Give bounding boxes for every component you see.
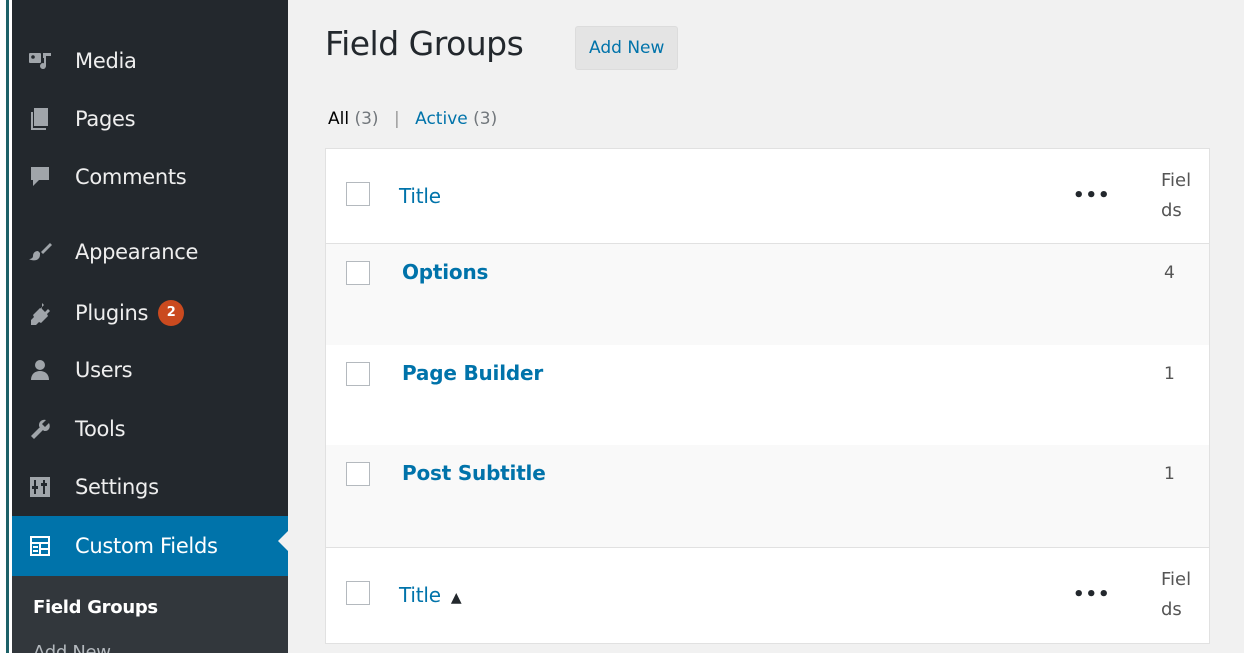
filter-active-label: Active <box>415 109 468 129</box>
row-fields-count: 1 <box>1164 364 1175 384</box>
sidebar-item-comments[interactable]: Comments <box>12 152 288 202</box>
sidebar-item-plugins[interactable]: Plugins 2 <box>12 288 288 338</box>
table-footer: Title ▲ ••• Fields <box>326 547 1209 642</box>
title-column-header[interactable]: Title <box>399 184 441 208</box>
settings-icon <box>27 474 53 500</box>
more-column-header: ••• <box>1073 185 1111 206</box>
tools-icon <box>27 416 53 442</box>
row-title-link[interactable]: Post Subtitle <box>402 461 546 485</box>
row-fields-count: 1 <box>1164 464 1175 484</box>
table-header: Title ••• Fields <box>326 149 1209 244</box>
table-row: Page Builder 1 <box>326 345 1209 445</box>
row-checkbox[interactable] <box>346 362 370 386</box>
fields-column-footer: Fields <box>1161 569 1192 620</box>
page-title: Field Groups <box>325 24 524 63</box>
row-title-link[interactable]: Options <box>402 260 488 284</box>
sidebar-item-label: Users <box>75 358 133 382</box>
select-all-checkbox-footer[interactable] <box>346 581 370 605</box>
table-row: Options 4 <box>326 244 1209 345</box>
submenu-item-add-new[interactable]: Add New <box>33 642 111 653</box>
pages-icon <box>27 106 53 132</box>
filter-active-count: (3) <box>473 109 498 129</box>
sidebar-item-custom-fields[interactable]: Custom Fields <box>12 516 288 576</box>
admin-sidebar: Media Pages Comments Appearance Plugins … <box>12 0 288 653</box>
window-edge <box>0 0 12 653</box>
sidebar-item-appearance[interactable]: Appearance <box>12 227 288 277</box>
sidebar-item-label: Tools <box>75 417 126 441</box>
active-menu-arrow <box>278 531 288 551</box>
sidebar-item-label: Plugins <box>75 301 149 325</box>
plugins-update-badge: 2 <box>158 300 185 326</box>
sidebar-item-label: Comments <box>75 165 187 189</box>
plugins-icon <box>27 300 53 326</box>
row-checkbox[interactable] <box>346 462 370 486</box>
title-column-footer[interactable]: Title ▲ <box>399 583 462 607</box>
sidebar-item-users[interactable]: Users <box>12 345 288 395</box>
sort-ascending-icon: ▲ <box>450 590 462 606</box>
sidebar-item-media[interactable]: Media <box>12 36 288 86</box>
table-row: Post Subtitle 1 <box>326 445 1209 547</box>
filter-separator: | <box>393 109 400 129</box>
fields-column-header: Fields <box>1161 170 1192 221</box>
row-title-link[interactable]: Page Builder <box>402 361 543 385</box>
add-new-button[interactable]: Add New <box>575 26 679 70</box>
sidebar-item-settings[interactable]: Settings <box>12 462 288 512</box>
media-icon <box>27 48 53 74</box>
filter-all-count: (3) <box>354 109 379 129</box>
sidebar-item-label: Media <box>75 49 137 73</box>
comments-icon <box>27 164 53 190</box>
select-all-checkbox[interactable] <box>346 182 370 206</box>
more-column-footer: ••• <box>1073 584 1111 605</box>
sidebar-item-label: Appearance <box>75 240 199 264</box>
sidebar-item-label: Custom Fields <box>75 534 218 558</box>
row-fields-count: 4 <box>1164 263 1175 283</box>
main-content: Field Groups Add New All (3) | Active (3… <box>288 0 1244 653</box>
field-groups-table: Title ••• Fields Options 4 Page Builder … <box>325 148 1210 644</box>
custom-fields-icon <box>27 533 53 559</box>
sidebar-item-tools[interactable]: Tools <box>12 404 288 454</box>
row-checkbox[interactable] <box>346 261 370 285</box>
custom-fields-submenu: Field Groups Add New <box>12 576 288 653</box>
sidebar-item-label: Settings <box>75 475 159 499</box>
sidebar-item-label: Pages <box>75 107 136 131</box>
title-column-footer-label: Title <box>399 583 441 607</box>
sidebar-item-pages[interactable]: Pages <box>12 94 288 144</box>
appearance-icon <box>27 239 53 265</box>
status-filters: All (3) | Active (3) <box>328 109 497 129</box>
submenu-item-field-groups[interactable]: Field Groups <box>33 597 158 618</box>
filter-active-link[interactable]: Active (3) <box>415 109 497 129</box>
filter-all-label[interactable]: All <box>328 109 349 129</box>
users-icon <box>27 357 53 383</box>
